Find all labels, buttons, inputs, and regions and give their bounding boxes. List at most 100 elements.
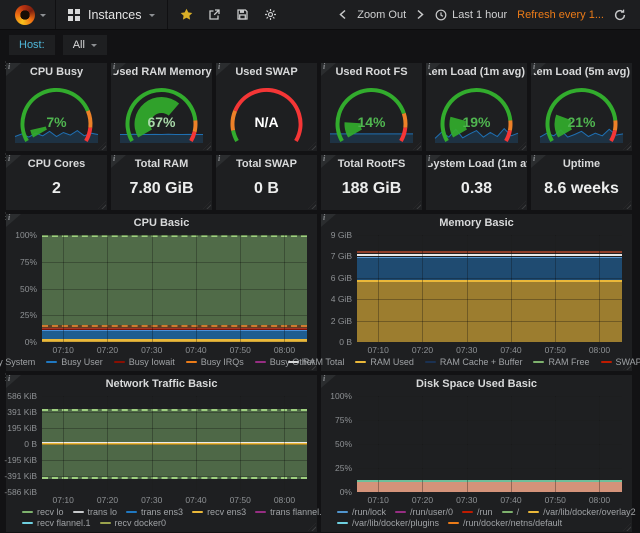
panel-title[interactable]: Used RAM Memory xyxy=(111,63,212,79)
legend-series-label: RAM Used xyxy=(370,357,414,367)
legend-item[interactable]: SWAP Used xyxy=(601,357,640,367)
plot-area[interactable] xyxy=(42,235,307,342)
y-axis-tick-label: 7 GiB xyxy=(331,251,352,261)
panel-title[interactable]: CPU Basic xyxy=(6,214,317,230)
panel-title[interactable]: CPU Busy xyxy=(6,63,107,79)
panel-title[interactable]: Total RootFS xyxy=(321,155,422,171)
legend-item[interactable]: recv ens3 xyxy=(192,507,246,517)
panel-title[interactable]: System Load (1m avg) xyxy=(426,155,527,171)
resize-handle[interactable] xyxy=(98,201,106,209)
legend-item[interactable]: Busy System xyxy=(0,357,35,367)
row-menu-handle[interactable]: ⋮ xyxy=(1,215,5,218)
legend-item[interactable]: trans ens3 xyxy=(126,507,183,517)
panel-title[interactable]: Total RAM xyxy=(111,155,212,171)
panel-title[interactable]: CPU System Load (1m avg) xyxy=(426,63,527,79)
grafana-logo-icon[interactable] xyxy=(15,5,35,25)
gridline xyxy=(357,299,622,300)
time-shift-right-button[interactable] xyxy=(416,9,425,20)
plot-area[interactable] xyxy=(357,235,622,342)
gridline xyxy=(152,396,153,492)
legend-item[interactable]: / xyxy=(502,507,520,517)
gridline xyxy=(284,396,285,492)
gauge-value-text: 21% xyxy=(531,114,632,130)
row-menu-handle[interactable]: ⋮ xyxy=(1,376,5,379)
legend-item[interactable]: RAM Cache + Buffer xyxy=(425,357,523,367)
plot-area[interactable] xyxy=(42,396,307,492)
legend-item[interactable]: /run/lock xyxy=(337,507,386,517)
x-axis-tick-label: 08:00 xyxy=(589,345,610,355)
x-axis-tick-label: 08:00 xyxy=(274,495,295,505)
legend: /run/lock/run/user/0/run / /var/lib/docker… xyxy=(321,505,632,532)
stat-value: 188 GiB xyxy=(321,180,422,198)
refresh-icon[interactable] xyxy=(614,9,626,21)
plot-area[interactable] xyxy=(357,396,622,492)
refresh-interval-dropdown[interactable]: Refresh every 1... xyxy=(517,9,604,21)
legend-item[interactable]: /run/user/0 xyxy=(395,507,453,517)
legend-series-label: trans flannel.1 xyxy=(270,507,327,517)
resize-handle[interactable] xyxy=(623,201,631,209)
resize-handle[interactable] xyxy=(203,201,211,209)
legend-item[interactable]: trans lo xyxy=(73,507,118,517)
x-axis-tick-label: 07:50 xyxy=(230,345,251,355)
series-area xyxy=(42,328,307,330)
gridline xyxy=(240,396,241,492)
resize-handle[interactable] xyxy=(308,201,316,209)
star-button[interactable] xyxy=(180,8,193,21)
legend-item[interactable]: Busy IRQs xyxy=(186,357,244,367)
y-axis-tick-label: 0 B xyxy=(24,439,37,449)
row-menu-handle[interactable]: ⋮ xyxy=(1,156,5,159)
legend-item[interactable]: recv docker0 xyxy=(100,518,167,528)
panel-title[interactable]: Used Root FS xyxy=(321,63,422,79)
y-axis-tick-label: 25% xyxy=(335,463,352,473)
legend-series-dash-icon xyxy=(395,511,406,513)
gridline xyxy=(63,235,64,342)
row-menu-handle[interactable]: ⋮ xyxy=(1,64,5,67)
legend-item[interactable]: RAM Total xyxy=(288,357,344,367)
panel-title[interactable]: Network Traffic Basic xyxy=(6,375,317,391)
legend-item[interactable]: /run/docker/netns/default xyxy=(448,518,562,528)
legend-series-label: /var/lib/docker/plugins xyxy=(352,518,439,528)
stat-value: 7.80 GiB xyxy=(111,180,212,198)
panel-title[interactable]: Memory Basic xyxy=(321,214,632,230)
zoom-out-button[interactable]: Zoom Out xyxy=(357,9,406,21)
legend-item[interactable]: trans flannel.1 xyxy=(255,507,327,517)
panel-disk-space: i Disk Space Used Basic 100%75%50%25%0% … xyxy=(321,375,632,532)
panel-title[interactable]: Disk Space Used Basic xyxy=(321,375,632,391)
resize-handle[interactable] xyxy=(413,201,421,209)
legend-series-dash-icon xyxy=(533,361,544,363)
legend-item[interactable]: recv lo xyxy=(22,507,64,517)
legend-series-label: /run/docker/netns/default xyxy=(463,518,562,528)
host-value-dropdown[interactable]: All xyxy=(63,35,107,55)
dashboard-picker[interactable]: Instances xyxy=(56,0,167,29)
legend-item[interactable]: RAM Free xyxy=(533,357,589,367)
dashboard-grid: ⋮ i CPU Busy 7% i Used RAM Memory 67% i … xyxy=(0,63,640,532)
gridline xyxy=(467,396,468,492)
dashboard-title[interactable]: Instances xyxy=(88,8,142,22)
panel-title[interactable]: CPU System Load (5m avg) xyxy=(531,63,632,79)
x-axis: 07:1007:2007:3007:4007:5008:00 xyxy=(357,494,622,505)
save-button[interactable] xyxy=(236,8,249,21)
resize-handle[interactable] xyxy=(518,201,526,209)
legend-item[interactable]: Busy Iowait xyxy=(114,357,175,367)
panel-title[interactable]: Total SWAP xyxy=(216,155,317,171)
legend-item[interactable]: recv flannel.1 xyxy=(22,518,91,528)
gridline xyxy=(284,235,285,342)
y-axis-tick-label: 391 KiB xyxy=(7,407,37,417)
time-range-picker[interactable]: Last 1 hour xyxy=(435,9,507,21)
legend-item[interactable]: RAM Used xyxy=(355,357,414,367)
gear-icon[interactable] xyxy=(264,8,277,21)
host-value[interactable]: All xyxy=(73,39,85,51)
panel-title[interactable]: Used SWAP xyxy=(216,63,317,79)
share-button[interactable] xyxy=(208,8,221,21)
legend-item[interactable]: /var/lib/docker/plugins xyxy=(337,518,439,528)
legend-item[interactable]: /var/lib/docker/overlay2 xyxy=(528,507,636,517)
time-range-label[interactable]: Last 1 hour xyxy=(452,9,507,21)
chart-row-1: ⋮ i CPU Basic 100%75%50%25%0% 07:1007:20… xyxy=(6,214,634,371)
gridline xyxy=(357,278,622,279)
time-shift-left-button[interactable] xyxy=(338,9,347,20)
panel-title[interactable]: CPU Cores xyxy=(6,155,107,171)
main-menu-button[interactable] xyxy=(6,0,55,29)
panel-title[interactable]: Uptime xyxy=(531,155,632,171)
legend-item[interactable]: /run xyxy=(462,507,493,517)
legend-item[interactable]: Busy User xyxy=(46,357,103,367)
